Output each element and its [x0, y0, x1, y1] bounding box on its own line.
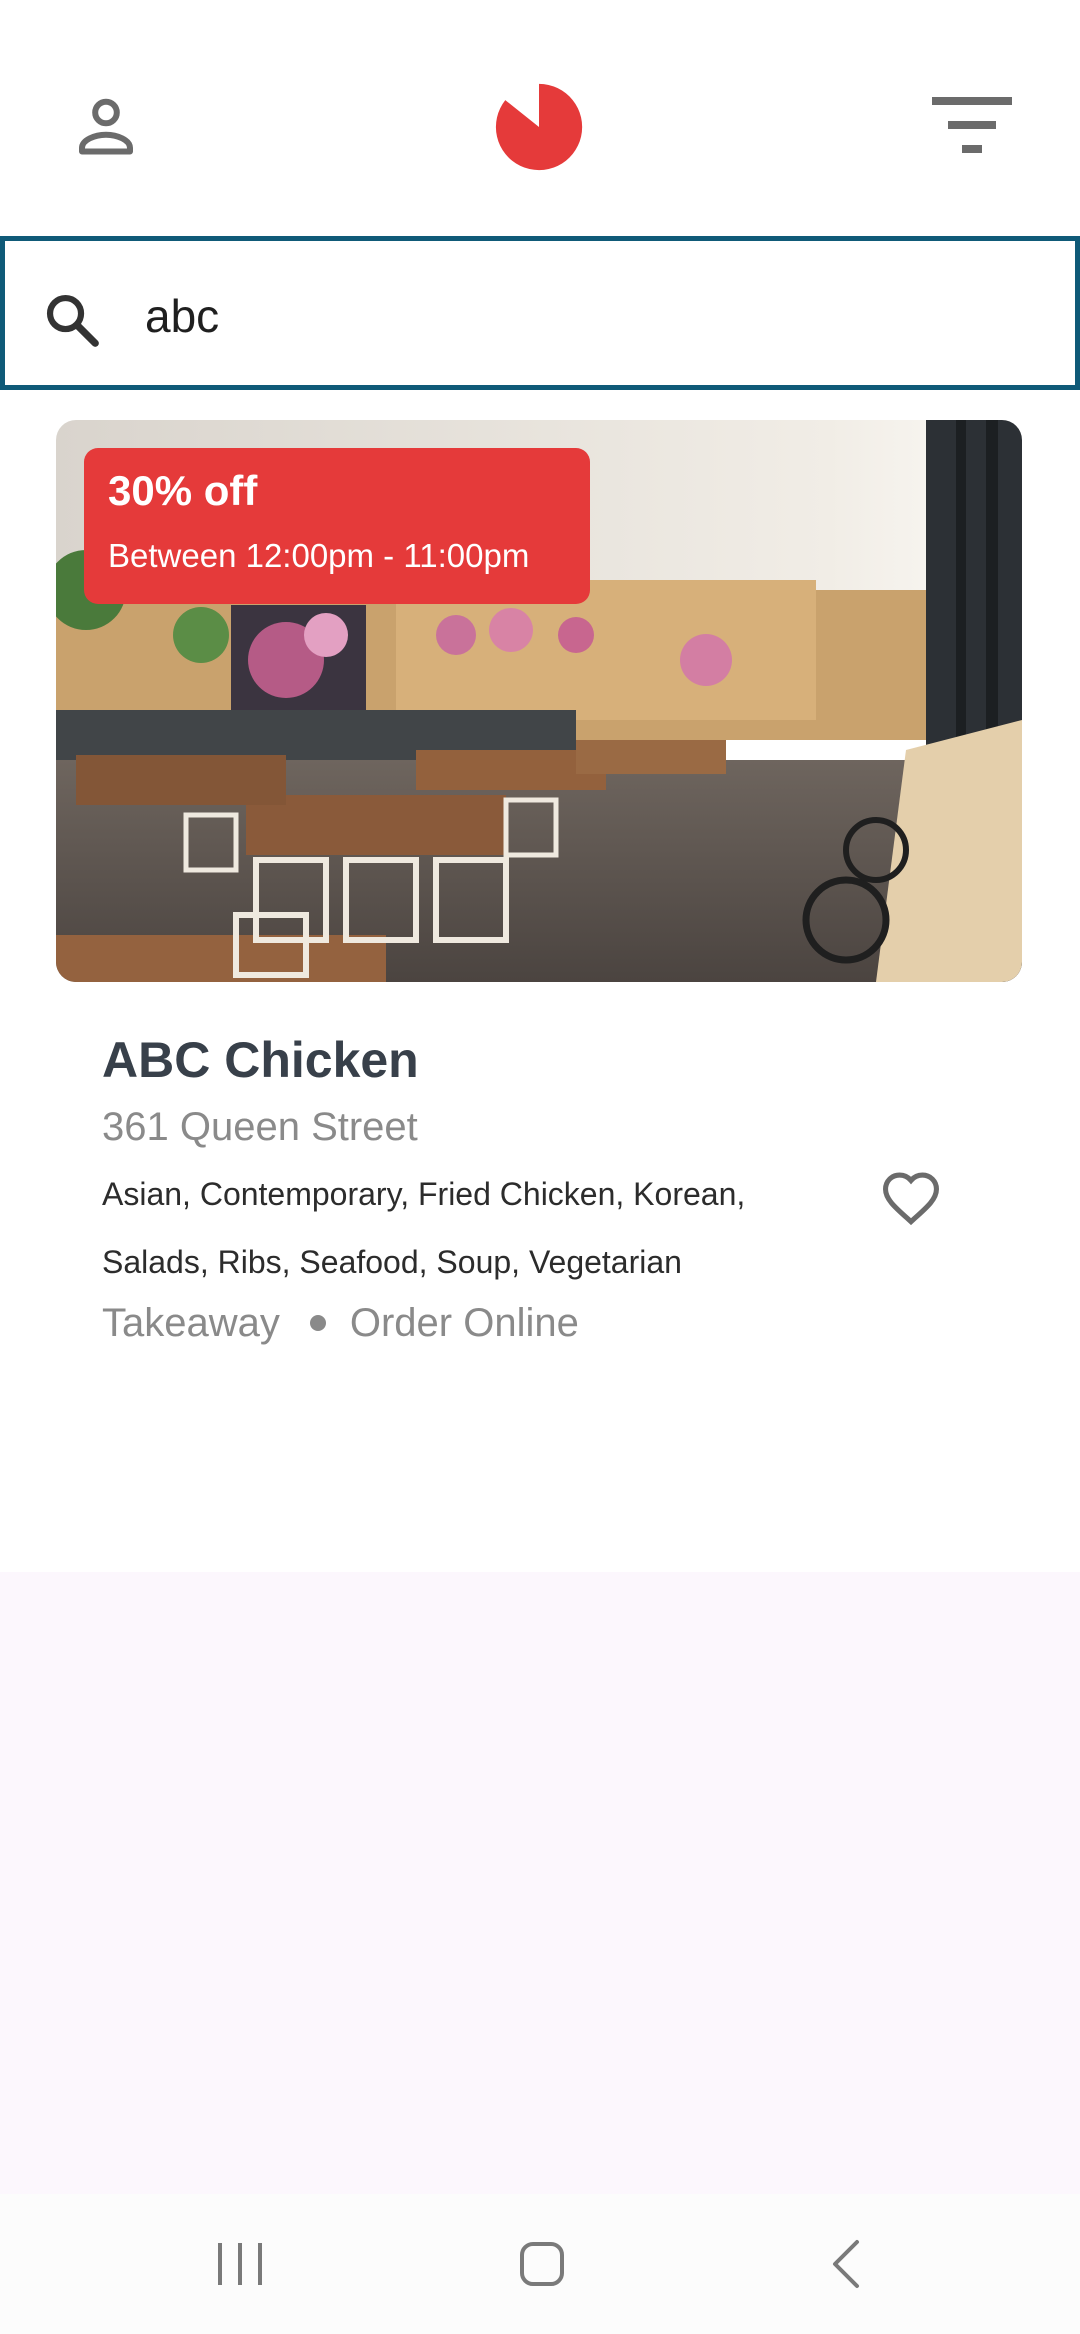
home-button[interactable] [482, 2214, 602, 2314]
separator-dot [309, 1315, 326, 1331]
results-empty-space [0, 1572, 1080, 2194]
recent-apps-button[interactable] [180, 2214, 300, 2314]
promo-badge: 30% off Between 12:00pm - 11:00pm [84, 448, 590, 604]
back-icon [833, 2240, 859, 2288]
home-icon [520, 2242, 564, 2286]
app-logo [495, 83, 583, 171]
restaurant-cuisines: Asian, Contemporary, Fried Chicken, Kore… [102, 1176, 746, 1280]
heart-outline-icon [882, 1172, 940, 1226]
top-app-bar [0, 0, 1080, 236]
restaurant-address: 361 Queen Street [102, 1105, 418, 1149]
filter-list-icon [932, 97, 1012, 153]
search-icon [46, 294, 99, 347]
person-outline-icon [79, 98, 133, 155]
back-button[interactable] [786, 2214, 906, 2314]
search-input[interactable] [145, 271, 1025, 361]
service-order-online: Order Online [349, 1301, 579, 1345]
recent-apps-icon [218, 2243, 262, 2285]
restaurant-name[interactable]: ABC Chicken [102, 1030, 419, 1090]
profile-button[interactable] [56, 76, 156, 176]
filter-button[interactable] [922, 76, 1022, 176]
promo-title: 30% off [108, 467, 258, 514]
service-takeaway: Takeaway [102, 1301, 280, 1345]
favorite-button[interactable] [872, 1162, 950, 1234]
restaurant-card[interactable]: 30% off Between 12:00pm - 11:00pm ABC Ch… [0, 390, 1080, 1572]
search-bar [0, 236, 1080, 390]
service-options: Takeaway Order Online [102, 1298, 579, 1348]
system-navigation-bar [0, 2194, 1080, 2334]
promo-time: Between 12:00pm - 11:00pm [108, 537, 530, 574]
